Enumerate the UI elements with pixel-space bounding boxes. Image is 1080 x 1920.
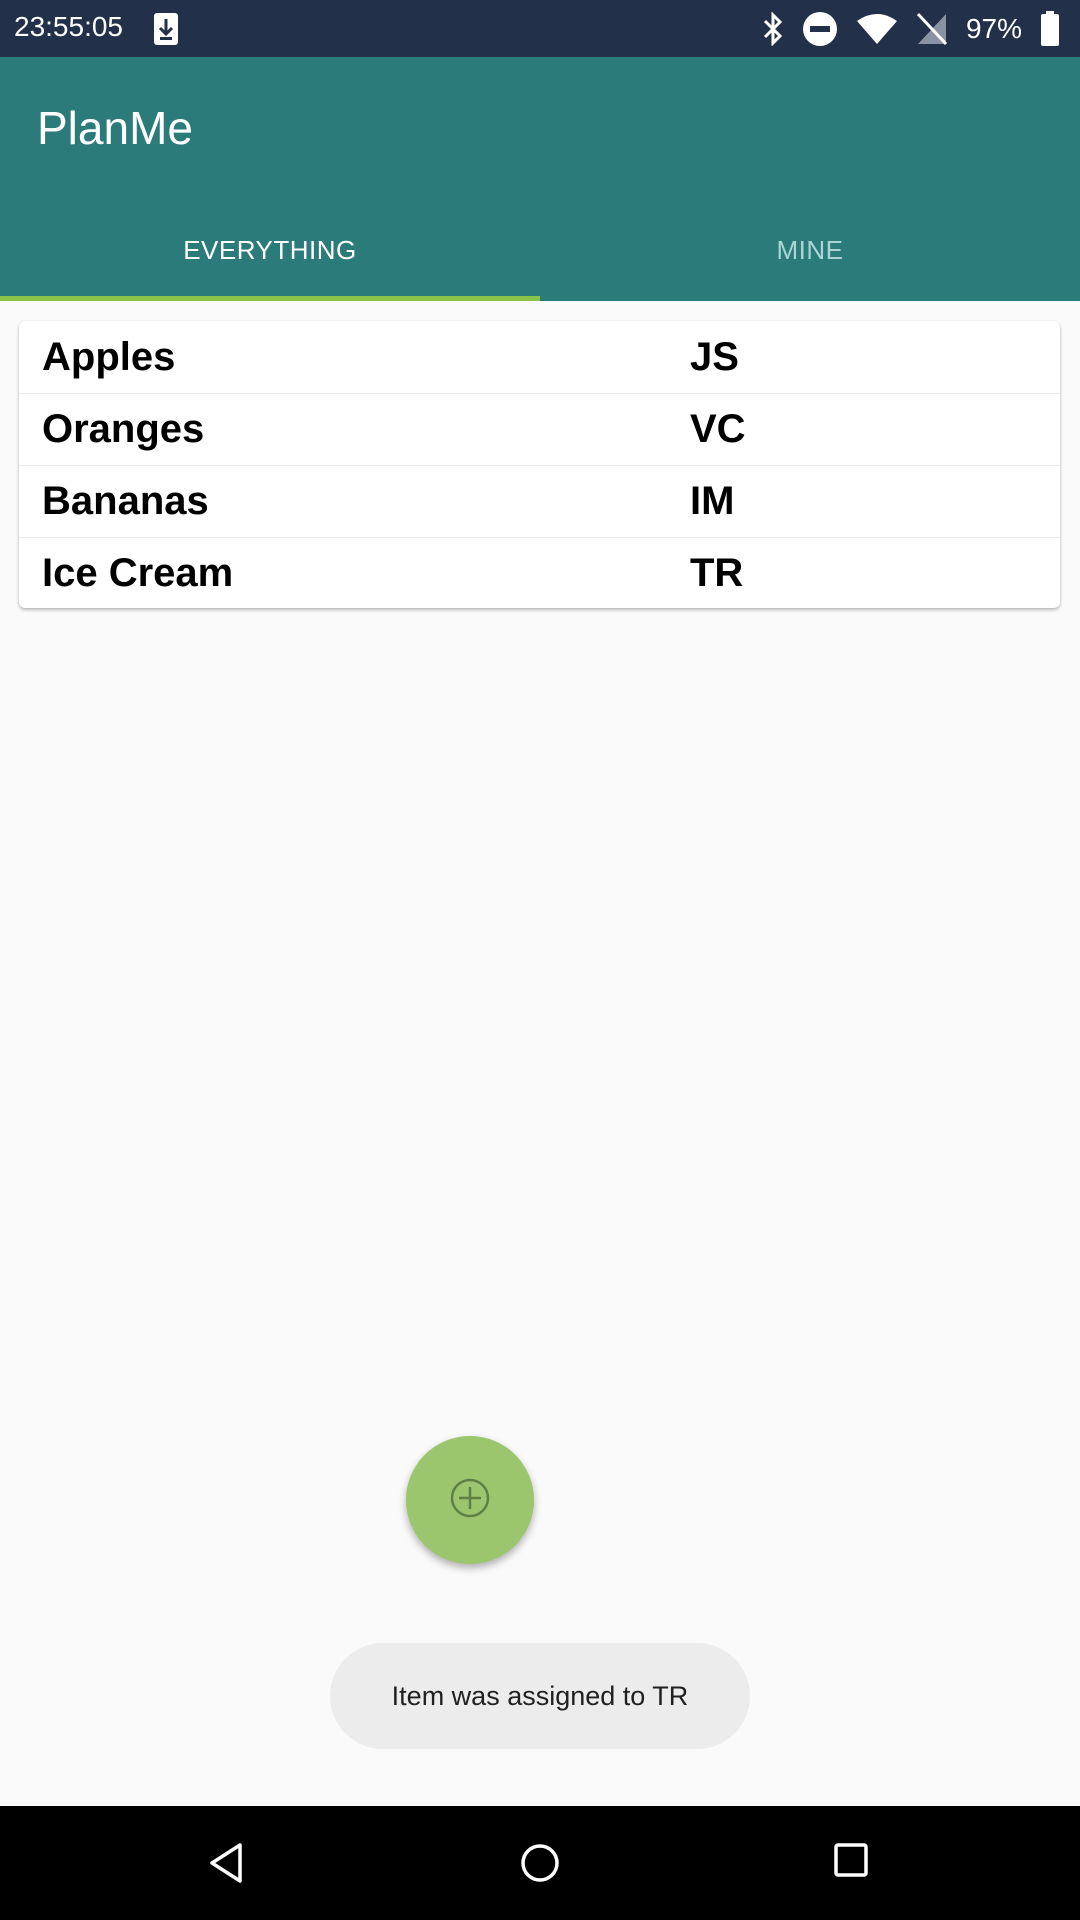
item-list: Apples JS Oranges VC Bananas IM Ice Crea… [19, 321, 1060, 608]
item-name: Apples [42, 335, 176, 379]
item-name: Bananas [42, 479, 209, 523]
add-circle-icon [449, 1477, 491, 1524]
back-icon[interactable] [206, 1842, 246, 1889]
tab-indicator [0, 296, 540, 301]
tab-everything[interactable]: EVERYTHING [0, 202, 540, 298]
item-name: Ice Cream [42, 551, 234, 595]
recents-icon[interactable] [833, 1842, 869, 1883]
list-item[interactable]: Apples JS [19, 321, 1060, 393]
download-icon [152, 11, 180, 47]
do-not-disturb-icon [802, 11, 838, 47]
status-time: 23:55:05 [14, 11, 123, 42]
no-sim-icon [916, 12, 948, 46]
item-assignee: TR [690, 551, 744, 595]
battery-percent: 97% [965, 13, 1022, 44]
item-assignee: VC [690, 407, 746, 451]
tab-mine[interactable]: MINE [540, 202, 1080, 298]
item-assignee: JS [690, 335, 739, 379]
add-item-button[interactable] [406, 1436, 534, 1564]
wifi-icon [856, 13, 898, 45]
item-assignee: IM [690, 479, 735, 523]
navigation-bar [0, 1806, 1080, 1920]
list-item[interactable]: Oranges VC [19, 393, 1060, 465]
status-bar: 23:55:05 97% [0, 0, 1080, 57]
list-item[interactable]: Ice Cream TR [19, 537, 1060, 609]
bluetooth-icon [762, 12, 784, 46]
list-item[interactable]: Bananas IM [19, 465, 1060, 537]
battery-icon [1040, 11, 1060, 47]
toast-message: Item was assigned to TR [330, 1643, 750, 1749]
app-bar: PlanMe EVERYTHING MINE [0, 57, 1080, 301]
app-title: PlanMe [37, 102, 193, 154]
status-icons: 97% [762, 10, 1060, 48]
item-name: Oranges [42, 407, 205, 451]
home-icon[interactable] [519, 1842, 561, 1889]
